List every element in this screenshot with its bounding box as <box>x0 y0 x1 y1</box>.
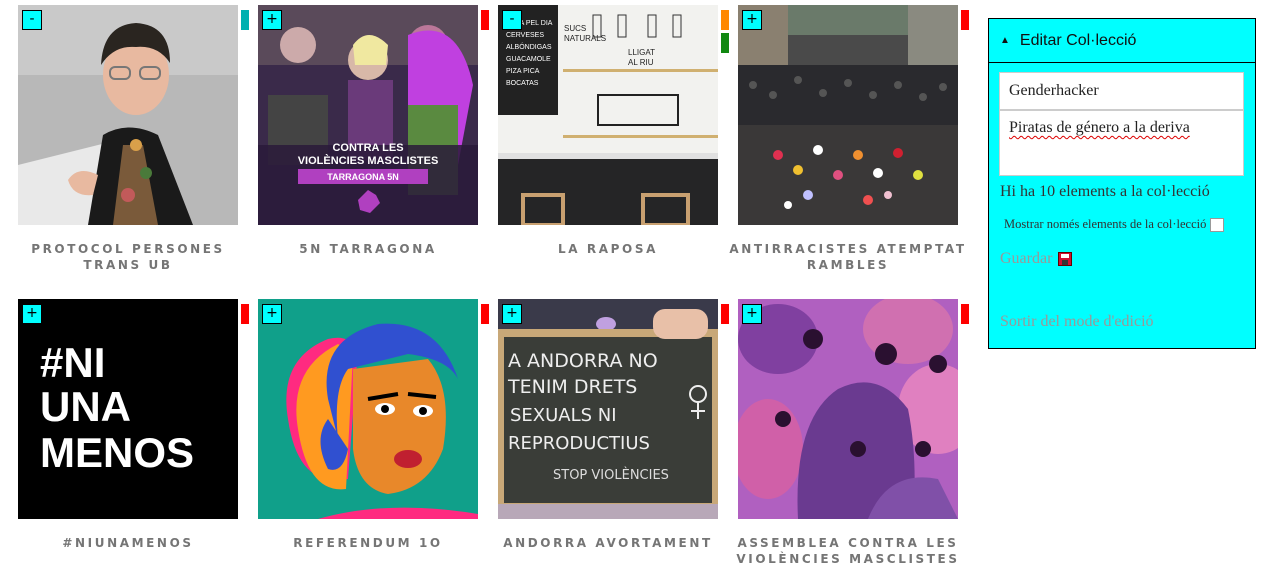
board-text-3: LLIGAT <box>628 48 655 57</box>
image-line-3: MENOS <box>40 429 194 476</box>
illustration-image <box>258 299 478 519</box>
board-text-2: NATURALS <box>564 34 606 43</box>
card-image[interactable]: RAFA PEL DIA CERVESES ALBÓNDIGAS GUACAMO… <box>498 5 718 225</box>
card-title[interactable]: 5N TARRAGONA <box>248 241 488 257</box>
card-title[interactable]: ANDORRA AVORTAMENT <box>488 535 728 551</box>
floppy-disk-icon <box>1058 252 1073 266</box>
image-line-1: #NI <box>40 339 105 386</box>
card-title[interactable]: PROTOCOL PERSONES TRANS UB <box>8 241 248 273</box>
protest-image: CONTRA LES VIOLÈNCIES MASCLISTES TARRAGO… <box>258 5 478 225</box>
card-title[interactable]: LA RAPOSA <box>488 241 728 257</box>
only-items-checkbox[interactable] <box>1210 217 1225 232</box>
collection-card[interactable]: #NI UNA MENOS + #NIUNAMENOS <box>18 299 249 550</box>
toggle-button[interactable]: + <box>262 10 282 30</box>
description-text: Piratas de género a la deriva <box>1009 119 1190 136</box>
save-button[interactable]: Guardar <box>1000 250 1073 268</box>
status-flags <box>241 10 249 33</box>
save-label: Guardar <box>1000 250 1053 267</box>
status-flags <box>481 304 489 327</box>
chalkboard-image: A ANDORRA NO TENIM DRETS SEXUALS NI REPR… <box>498 299 718 519</box>
card-title[interactable]: ANTIRRACISTES ATEMPTAT RAMBLES <box>728 241 968 273</box>
card-image[interactable]: A ANDORRA NO TENIM DRETS SEXUALS NI REPR… <box>498 299 718 519</box>
status-flags <box>241 304 249 327</box>
collection-count: Hi ha 10 elements a la col·lecció <box>1000 183 1210 200</box>
board-line-1: A ANDORRA NO <box>508 350 658 372</box>
board-line-5: STOP VIOLÈNCIES <box>553 467 669 483</box>
svg-text:CERVESES: CERVESES <box>506 32 544 39</box>
toggle-button[interactable]: + <box>262 304 282 324</box>
status-flags <box>481 10 489 33</box>
status-flag <box>241 304 249 324</box>
status-flag <box>721 10 729 30</box>
collection-card[interactable]: + REFERENDUM 1O <box>258 299 489 550</box>
svg-text:BOCATAS: BOCATAS <box>506 80 539 87</box>
status-flag <box>481 304 489 324</box>
status-flag <box>961 10 969 30</box>
board-text-4: AL RIU <box>628 58 654 67</box>
card-title[interactable]: REFERENDUM 1O <box>248 535 488 551</box>
card-image[interactable]: #NI UNA MENOS + <box>18 299 238 519</box>
status-flags <box>721 10 729 56</box>
card-image[interactable]: + <box>738 299 958 519</box>
card-image[interactable]: - <box>18 5 238 225</box>
edit-collection-panel: ▲ Editar Col·lecció Piratas de género a … <box>988 18 1256 349</box>
portrait-image <box>18 5 238 225</box>
collection-card[interactable]: A ANDORRA NO TENIM DRETS SEXUALS NI REPR… <box>498 299 729 550</box>
collection-card[interactable]: + ANTIRRACISTES ATEMPTAT RAMBLES <box>729 5 969 272</box>
status-flags <box>961 10 969 33</box>
svg-text:GUACAMOLE: GUACAMOLE <box>506 56 551 63</box>
board-line-2: TENIM DRETS <box>507 376 637 398</box>
bar-interior-image: RAFA PEL DIA CERVESES ALBÓNDIGAS GUACAMO… <box>498 5 718 225</box>
image-line-2: VIOLÈNCIES MASCLISTES <box>298 154 439 167</box>
status-flag <box>721 33 729 53</box>
status-flag <box>481 10 489 30</box>
status-flag <box>961 304 969 324</box>
only-items-label: Mostrar només elements de la col·lecció <box>1004 217 1207 231</box>
panel-title: Editar Col·lecció <box>1019 31 1137 49</box>
collection-card[interactable]: + ASSEMBLEA CONTRA LES VIOLÈNCIES MASCLI… <box>736 299 969 566</box>
exit-edit-mode-link[interactable]: Sortir del mode d'edició <box>1000 313 1154 331</box>
toggle-button[interactable]: + <box>502 304 522 324</box>
toggle-button[interactable]: + <box>742 10 762 30</box>
toggle-button[interactable]: + <box>22 304 42 324</box>
status-flag <box>721 304 729 324</box>
toggle-button[interactable]: - <box>22 10 42 30</box>
collection-card[interactable]: CONTRA LES VIOLÈNCIES MASCLISTES TARRAGO… <box>258 5 489 256</box>
collection-description-field[interactable]: Piratas de género a la deriva <box>999 110 1244 176</box>
caret-up-icon: ▲ <box>1000 35 1010 46</box>
image-line-2: UNA <box>40 383 131 430</box>
card-image[interactable]: CONTRA LES VIOLÈNCIES MASCLISTES TARRAGO… <box>258 5 478 225</box>
collection-title-input[interactable] <box>999 72 1244 110</box>
niunamenos-image: #NI UNA MENOS <box>18 299 238 519</box>
svg-text:ALBÓNDIGAS: ALBÓNDIGAS <box>506 42 552 51</box>
crowd-image <box>738 5 958 225</box>
status-flag <box>241 10 249 30</box>
only-items-toggle-row[interactable]: Mostrar només elements de la col·lecció <box>1004 217 1225 232</box>
panel-header[interactable]: ▲ Editar Col·lecció <box>989 19 1255 63</box>
assembly-illustration <box>738 299 958 519</box>
board-line-4: REPRODUCTIUS <box>508 433 650 454</box>
card-image[interactable]: + <box>738 5 958 225</box>
card-title[interactable]: ASSEMBLEA CONTRA LES VIOLÈNCIES MASCLIST… <box>728 535 968 567</box>
collection-card[interactable]: RAFA PEL DIA CERVESES ALBÓNDIGAS GUACAMO… <box>498 5 729 256</box>
board-text-1: SUCS <box>564 24 586 33</box>
svg-text:PIZA PICA: PIZA PICA <box>506 68 540 75</box>
status-flags <box>721 304 729 327</box>
image-line-3: TARRAGONA 5N <box>327 172 399 182</box>
status-flags <box>961 304 969 327</box>
card-title[interactable]: #NIUNAMENOS <box>8 535 248 551</box>
image-line-1: CONTRA LES <box>332 142 403 154</box>
toggle-button[interactable]: - <box>502 10 522 30</box>
toggle-button[interactable]: + <box>742 304 762 324</box>
board-line-3: SEXUALS NI <box>510 405 617 426</box>
card-image[interactable]: + <box>258 299 478 519</box>
collection-card[interactable]: - PROTOCOL PERSONES TRANS UB <box>18 5 249 272</box>
